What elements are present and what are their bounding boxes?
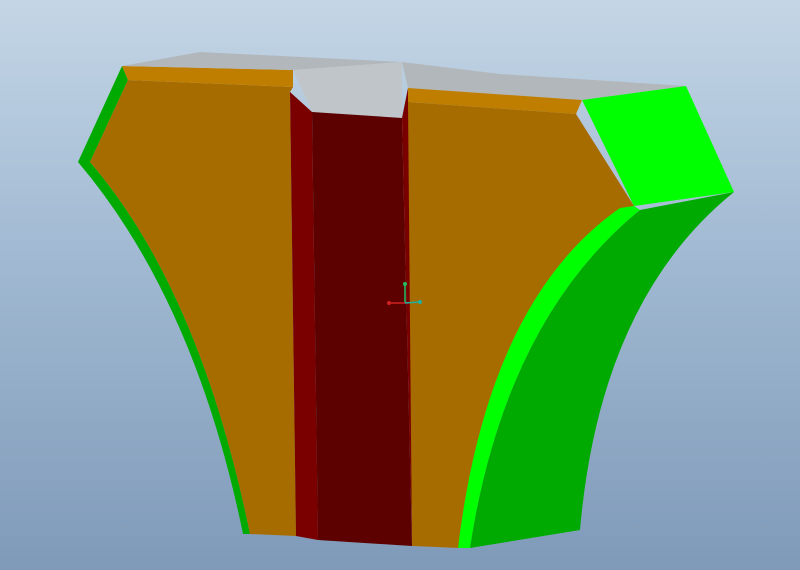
cad-model-view[interactable]	[0, 0, 800, 570]
slot-back-wall[interactable]	[312, 112, 412, 546]
left-front-face[interactable]	[90, 80, 296, 536]
3d-viewport[interactable]	[0, 0, 800, 570]
